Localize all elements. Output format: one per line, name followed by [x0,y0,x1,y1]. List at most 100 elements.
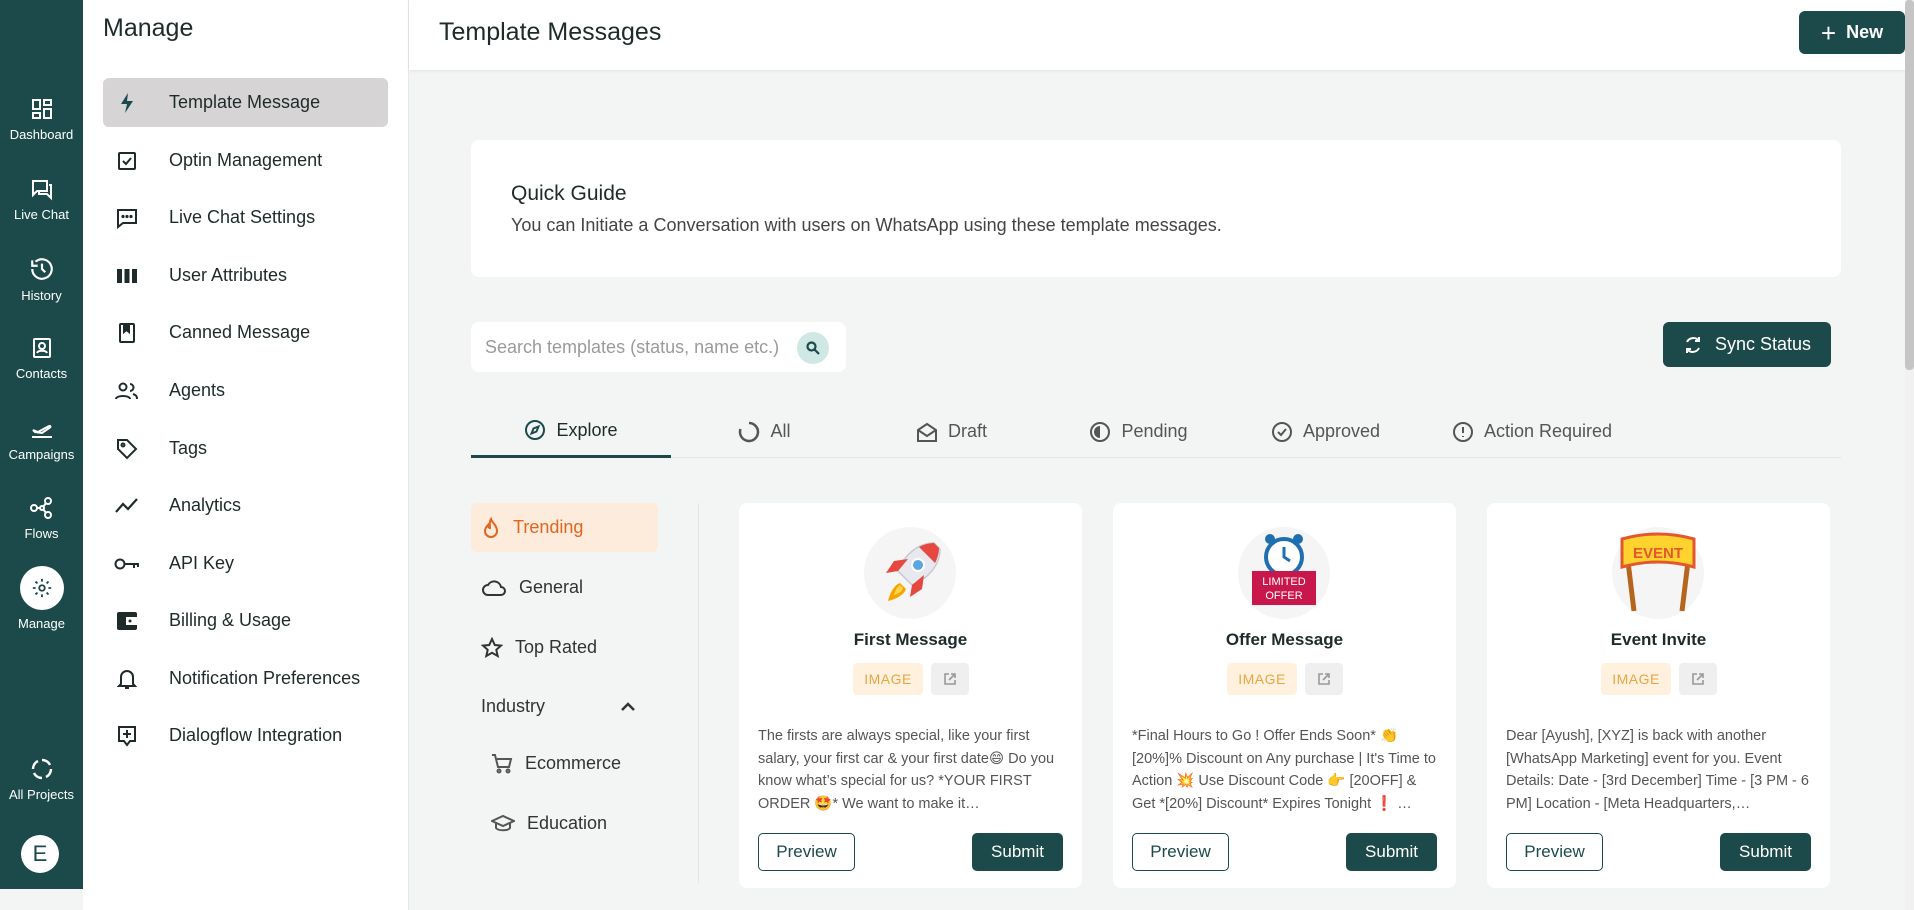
menu-item-canned-message[interactable]: Canned Message [103,308,388,357]
bolt-icon [113,89,141,117]
external-link-icon [1692,673,1704,685]
status-tabs: Explore All Draft Pending Approved Actio… [471,405,1841,458]
tab-approved[interactable]: Approved [1232,405,1419,458]
rail-live-chat[interactable]: Live Chat [0,177,83,222]
open-external-button[interactable] [931,663,969,695]
rail-dashboard[interactable]: Dashboard [0,97,83,142]
submit-button[interactable]: Submit [1346,833,1437,871]
tab-pending[interactable]: Pending [1045,405,1232,458]
scrollbar-thumb[interactable] [1905,0,1914,370]
manage-panel: Manage Template Message Optin Management… [83,0,409,910]
external-link-icon [944,673,956,685]
tab-all[interactable]: All [671,405,858,458]
app-root: Dashboard Live Chat History Contacts Cam… [0,0,1914,910]
card-body-text: Dear [Ayush], [XYZ] is back with another… [1506,728,1809,812]
menu-item-billing-usage[interactable]: Billing & Usage [103,596,388,645]
menu-item-live-chat-settings[interactable]: Live Chat Settings [103,193,388,242]
preview-button[interactable]: Preview [1132,833,1229,871]
menu-item-label: Dialogflow Integration [169,725,343,745]
category-ecommerce[interactable]: Ecommerce [471,739,658,788]
quick-guide-card: Quick Guide You can Initiate a Conversat… [471,140,1841,277]
template-card-offer-message: LIMITED OFFER Offer Message IMAGE *Final… [1113,503,1456,888]
tab-explore[interactable]: Explore [471,405,671,458]
card-title: Event Invite [1610,630,1707,649]
rail-all-projects[interactable]: All Projects [0,757,83,802]
card-title: Offer Message [1225,630,1344,649]
trend-icon [113,492,141,520]
new-template-button[interactable]: + New [1799,11,1905,54]
book-icon [113,319,141,347]
compass-icon [525,420,546,440]
category-general[interactable]: General [471,563,658,612]
menu-item-label: Tags [169,438,208,458]
category-divider [698,503,699,883]
rail-history[interactable]: History [0,256,83,303]
avatar[interactable]: E [21,835,59,873]
flows-icon [29,497,52,519]
menu-item-analytics[interactable]: Analytics [103,481,388,530]
rail-manage-circle [19,566,64,610]
menu-item-agents[interactable]: Agents [103,366,388,415]
tag-icon [113,435,141,463]
search-button[interactable] [797,332,829,364]
submit-button[interactable]: Submit [972,833,1063,871]
tab-action-required[interactable]: Action Required [1419,405,1645,458]
category-education[interactable]: Education [471,799,658,848]
tab-draft[interactable]: Draft [858,405,1045,458]
category-label: Industry [481,696,546,716]
fire-icon [483,516,499,538]
star-icon [481,636,503,658]
menu-item-api-key[interactable]: API Key [103,539,388,588]
search-input[interactable] [485,334,785,360]
preview-button[interactable]: Preview [758,833,855,871]
rail-campaigns[interactable]: Campaigns [0,417,83,462]
template-card-first-message: First Message IMAGE The firsts are alway… [739,503,1082,888]
category-top-rated[interactable]: Top Rated [471,623,658,672]
menu-item-label: Template Message [169,92,321,112]
sync-status-button[interactable]: Sync Status [1663,322,1831,367]
menu-item-optin-management[interactable]: Optin Management [103,136,388,185]
wallet-icon [113,607,141,635]
menu-item-label: Billing & Usage [169,610,292,630]
rail-contacts[interactable]: Contacts [0,336,83,381]
rail-flows[interactable]: Flows [0,496,83,541]
open-external-button[interactable] [1679,663,1717,695]
dialogflow-icon [113,722,141,750]
menu-item-label: Canned Message [169,322,311,342]
category-label: Ecommerce [525,753,622,773]
card-title: First Message [853,630,968,649]
submit-button[interactable]: Submit [1720,833,1811,871]
menu-item-label: Agents [169,380,226,400]
history-icon [30,258,53,280]
manage-title: Manage [103,14,194,42]
menu-item-dialogflow-integration[interactable]: Dialogflow Integration [103,711,388,760]
chat-bubble-icon [113,204,141,232]
menu-item-tags[interactable]: Tags [103,424,388,473]
tab-label: Approved [1302,421,1381,441]
offer-line-1: LIMITED [1262,576,1305,588]
tab-label: Draft [947,421,987,441]
all-projects-icon [31,758,52,780]
menu-item-label: Analytics [169,495,242,515]
category-trending[interactable]: Trending [471,503,658,552]
rail-label: Dashboard [9,127,74,142]
preview-button[interactable]: Preview [1506,833,1603,871]
rail-label: Campaigns [8,447,75,462]
menu-item-template-message[interactable]: Template Message [103,78,388,127]
rail-manage[interactable]: Manage [0,566,83,631]
rail-label: History [21,288,62,303]
menu-item-user-attributes[interactable]: User Attributes [103,251,388,300]
rail-label: Manage [18,616,65,631]
menu-item-label: User Attributes [169,265,288,285]
bell-icon [113,665,141,693]
open-external-button[interactable] [1305,663,1343,695]
menu-item-label: Notification Preferences [169,668,361,688]
menu-item-label: API Key [169,553,235,573]
primary-rail: Dashboard Live Chat History Contacts Cam… [0,0,83,889]
menu-item-notification-preferences[interactable]: Notification Preferences [103,654,388,703]
media-type-badge: IMAGE [1601,663,1671,695]
page-title: Template Messages [439,18,662,46]
category-industry-toggle[interactable]: Industry [471,682,658,731]
event-banner-text: EVENT [1633,545,1683,562]
sync-icon [1685,336,1700,353]
